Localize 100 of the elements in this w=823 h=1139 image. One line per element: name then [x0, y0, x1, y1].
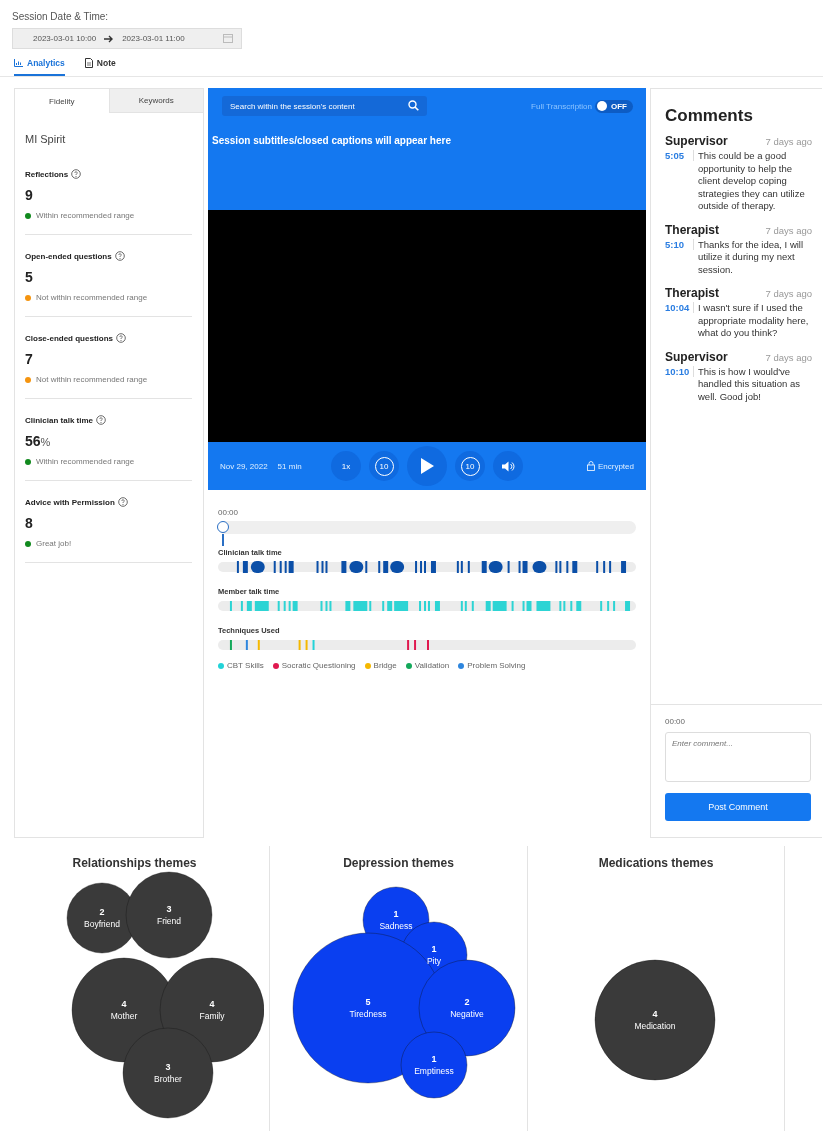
bubble-count: 5 — [365, 997, 370, 1007]
comment-text: This could be a good opportunity to help the client develop coping strategies they can utilize outside of therapy. — [698, 150, 806, 213]
session-duration: 51 min — [277, 461, 302, 471]
volume-icon — [501, 460, 515, 472]
bubble-label: Brother — [153, 1074, 182, 1084]
caption-text: Session subtitles/closed captions will appear here — [212, 135, 452, 146]
metric-value: 5 — [25, 269, 33, 285]
theme-title: Depression themes — [343, 856, 454, 870]
bubble-count: 1 — [393, 909, 398, 919]
bubble-label: Negative — [449, 1009, 484, 1019]
bubble-count: 4 — [209, 999, 214, 1009]
bubble-label: Tiredness — [349, 1009, 386, 1019]
tab[interactable]: Analytics — [14, 58, 65, 76]
bubble-count: 2 — [464, 997, 469, 1007]
help-icon[interactable] — [116, 333, 126, 343]
bubble-label: Mother — [110, 1011, 137, 1021]
comment-age: 7 days ago — [765, 224, 812, 236]
metric-value: 56 — [25, 433, 41, 449]
metric-title: Advice with Permission — [25, 497, 115, 507]
theme-title: Medications themes — [598, 856, 714, 870]
chart-icon — [14, 59, 23, 67]
comment-timestamp[interactable]: 5:10 — [665, 238, 694, 250]
help-icon[interactable] — [96, 415, 107, 425]
bubble-count: 3 — [165, 1062, 170, 1072]
comment-timestamp[interactable]: 10:10 — [665, 365, 694, 377]
bubble-label: Pity — [426, 956, 441, 966]
session-label: Session Date & Time: — [12, 11, 110, 22]
status-text: Not within recommended range — [36, 375, 148, 384]
comment-author: Therapist — [665, 286, 719, 300]
bubble-count: 1 — [431, 944, 436, 954]
playhead-line — [222, 534, 224, 546]
comment-text: I wasn't sure if I used the appropriate modality here, what do you think? — [698, 302, 810, 340]
date-range-field[interactable]: 2023-03-01 10:00 2023-03-01 11:00 — [12, 28, 242, 49]
status-text: Not within recommended range — [36, 293, 148, 302]
calendar-icon — [223, 34, 233, 43]
bubble-label: Sadness — [378, 921, 413, 931]
rewind-button[interactable]: 10 — [369, 451, 399, 481]
transcription-toggle[interactable]: OFF — [595, 99, 633, 113]
panel-tab[interactable]: Keywords — [109, 89, 203, 113]
comment-text: Thanks for the idea, I will utilize it during my next session. — [698, 238, 805, 276]
comment-age: 7 days ago — [765, 288, 812, 299]
timeline-thumb[interactable] — [217, 521, 229, 533]
comment-time: 00:00 — [665, 717, 687, 726]
speed-button[interactable]: 1x — [331, 451, 361, 481]
metric-title: Reflections — [25, 169, 69, 179]
metric-value: 8 — [25, 515, 33, 531]
comment-author: Supervisor — [665, 134, 728, 148]
comment-timestamp[interactable]: 5:05 — [665, 150, 694, 161]
bubble-label: Emptiness — [413, 1066, 454, 1076]
encrypted-label: Encrypted — [597, 461, 634, 471]
forward-button[interactable]: 10 — [455, 451, 485, 481]
legend-label: Validation — [414, 661, 450, 670]
bubble-count: 1 — [431, 1054, 436, 1064]
arrow-icon — [104, 34, 115, 43]
bubble-count: 4 — [652, 1009, 658, 1019]
bubble-count: 3 — [166, 904, 171, 914]
bubble-label: Medication — [634, 1021, 676, 1031]
volume-button[interactable] — [493, 451, 523, 481]
status-text: Within recommended range — [36, 211, 135, 220]
bubble[interactable] — [159, 957, 264, 1063]
search-field[interactable]: Search within the session's content — [222, 96, 427, 116]
comment-author: Supervisor — [665, 349, 728, 364]
comment-input[interactable]: Enter comment... — [665, 732, 811, 782]
session-date: Nov 29, 2022 — [220, 461, 268, 471]
legend-label: CBT Skills — [227, 661, 264, 670]
help-icon[interactable] — [114, 251, 125, 261]
timeline-track[interactable] — [218, 521, 636, 534]
help-icon[interactable] — [117, 497, 128, 507]
search-icon — [408, 100, 419, 111]
post-comment-button[interactable]: Post Comment — [665, 793, 811, 821]
play-button[interactable] — [407, 446, 447, 486]
tab[interactable]: Note — [84, 58, 116, 76]
metric-title: Close-ended questions — [25, 333, 113, 343]
bubble[interactable] — [400, 1031, 467, 1099]
comment-age: 7 days ago — [765, 351, 812, 363]
lock-icon — [586, 461, 595, 471]
bubble[interactable] — [594, 959, 716, 1081]
transcription-label: Full Transcription — [531, 101, 592, 111]
metric-title: Open-ended questions — [25, 251, 112, 261]
bubble-count: 2 — [99, 907, 104, 917]
comment-timestamp[interactable]: 10:04 — [665, 302, 694, 313]
metric-unit: % — [40, 436, 51, 448]
metric-value: 7 — [25, 351, 33, 367]
comment-author: Therapist — [665, 222, 719, 237]
bubble-label: Friend — [156, 916, 181, 926]
legend-label: Bridge — [373, 661, 397, 670]
playback-time: 00:00 — [218, 508, 240, 517]
bubble-label: Family — [199, 1011, 224, 1021]
help-icon[interactable] — [71, 169, 82, 179]
start-date: 2023-03-01 10:00 — [33, 34, 97, 43]
bubble[interactable] — [122, 1027, 213, 1119]
bubble-count: 4 — [121, 999, 126, 1009]
bubble[interactable] — [418, 959, 515, 1057]
bubble-label: Boyfriend — [83, 919, 120, 929]
metric-title: Clinician talk time — [25, 415, 94, 425]
theme-title: Relationships themes — [72, 856, 197, 870]
legend-label: Socratic Questioning — [281, 661, 356, 670]
end-date: 2023-03-01 11:00 — [122, 34, 185, 43]
bubble[interactable] — [125, 871, 212, 959]
comment-text: This is how I would've handled this situation as well. Good job! — [698, 365, 801, 403]
